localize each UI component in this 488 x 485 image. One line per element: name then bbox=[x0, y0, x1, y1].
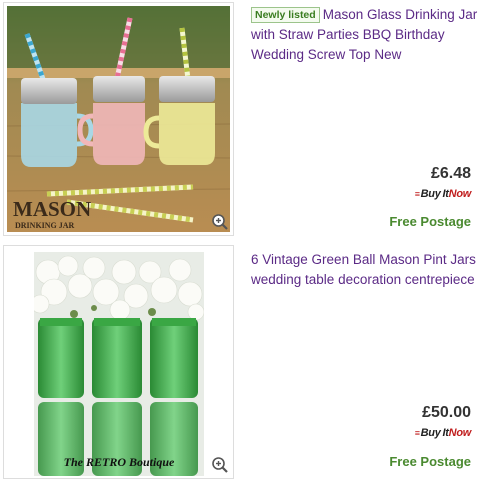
buy-it-now-icon: ≡ bbox=[414, 189, 420, 199]
shipping-info: Free Postage bbox=[389, 454, 471, 469]
image-caption-text: MASON bbox=[13, 197, 91, 221]
listing-title-link[interactable]: Newly listed Mason Glass Drinking Jar wit… bbox=[251, 5, 483, 65]
buy-it-now-label: ≡Buy ItNow bbox=[414, 427, 472, 439]
listing-thumbnail[interactable]: The RETRO Boutique bbox=[3, 245, 234, 479]
buy-it-now-icon: ≡ bbox=[414, 428, 420, 438]
listing-price: £50.00 bbox=[422, 404, 471, 421]
listing-price: £6.48 bbox=[430, 165, 471, 182]
newly-listed-badge: Newly listed bbox=[251, 7, 320, 23]
listing-title-link[interactable]: 6 Vintage Green Ball Mason Pint Jars wed… bbox=[251, 250, 483, 290]
listing-thumbnail[interactable]: MASON DRINKING JAR bbox=[3, 2, 234, 236]
magnifier-plus-icon[interactable] bbox=[211, 456, 229, 474]
magnifier-plus-icon[interactable] bbox=[211, 213, 229, 231]
listing-item: MASON DRINKING JAR Newly listed Mason Gla… bbox=[0, 0, 488, 240]
image-watermark-text: The RETRO Boutique bbox=[64, 455, 175, 469]
buy-it-now-label: ≡Buy ItNow bbox=[414, 188, 472, 200]
image-caption-subtext: DRINKING JAR bbox=[15, 221, 75, 230]
listing-photo-mason-jars[interactable]: MASON DRINKING JAR bbox=[7, 6, 230, 232]
shipping-info: Free Postage bbox=[389, 214, 471, 229]
listing-photo-green-jars[interactable]: The RETRO Boutique bbox=[34, 252, 204, 476]
listing-item: The RETRO Boutique 6 Vintage Green Ball … bbox=[0, 241, 488, 485]
